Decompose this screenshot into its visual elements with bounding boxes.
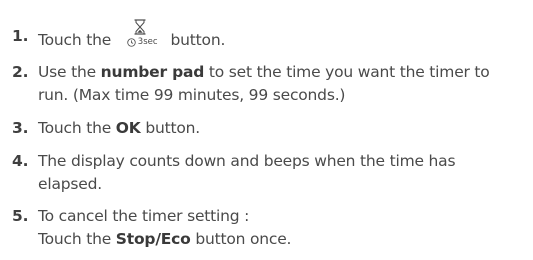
timer-icon-label: 3sec	[137, 37, 158, 47]
step-text-segment: button.	[145, 119, 200, 137]
step-text-segment: button once.	[195, 230, 292, 248]
step-line: run. (Max time 99 minutes, 99 seconds.)	[38, 86, 346, 104]
step-text: Touch the OK button.	[38, 117, 528, 140]
step-text-after-icon: button.	[170, 31, 226, 49]
stop-eco-button-label: Stop/Eco	[115, 230, 191, 248]
ok-button-label: OK	[115, 119, 141, 137]
step-line: elapsed.	[38, 175, 102, 193]
clock-icon	[127, 38, 136, 47]
step-line: To cancel the timer setting :	[38, 207, 250, 225]
step-line: Touch the Stop/Eco button once.	[38, 228, 528, 251]
step-text-segment: Touch the	[38, 230, 112, 248]
step-text-before-icon: Touch the	[38, 31, 112, 49]
step-number: 3.	[12, 119, 29, 137]
step-text-segment: Touch the	[38, 119, 112, 137]
step-number: 5.	[12, 207, 29, 225]
step-text: Touch the 3sec button.	[38, 19, 528, 55]
step-text: The display counts down and beeps when t…	[38, 150, 528, 196]
number-pad-label: number pad	[100, 63, 205, 81]
timer-button-icon: 3sec	[120, 19, 162, 55]
step-number: 4.	[12, 152, 29, 170]
hourglass-icon	[134, 19, 146, 35]
step-text-segment: Use the	[38, 63, 96, 81]
step-text-segment: to set the time you want the timer to	[208, 63, 490, 81]
step-text: To cancel the timer setting : Touch the …	[38, 205, 528, 251]
step-number: 1.	[12, 27, 29, 45]
step-line: The display counts down and beeps when t…	[38, 152, 456, 170]
step-text: Use the number pad to set the time you w…	[38, 61, 528, 107]
step-number: 2.	[12, 63, 29, 81]
step-line: Use the number pad to set the time you w…	[38, 61, 528, 84]
